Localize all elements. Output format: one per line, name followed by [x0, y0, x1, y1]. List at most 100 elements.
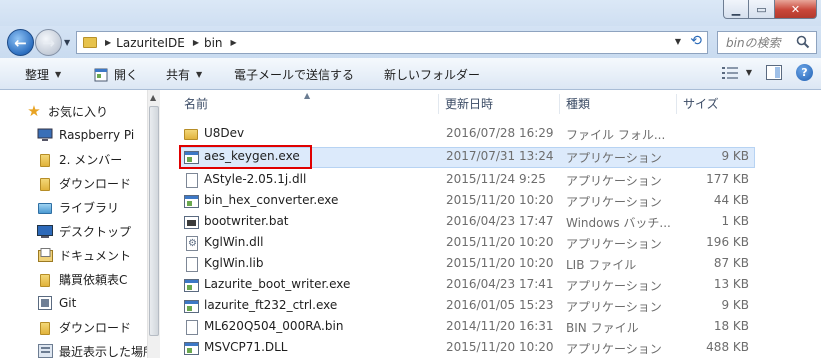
file-list: ▲ 名前 更新日時 種類 サイズ U8Dev 2016/07/28 16:29 …: [161, 90, 821, 358]
breadcrumb-lazuriteide[interactable]: LazuriteIDE: [116, 36, 185, 50]
address-bar[interactable]: ▶ LazuriteIDE ▶ bin ▶ ▼ ⟲: [76, 31, 708, 54]
recent-places-icon: [37, 343, 53, 358]
nav-item-libraries[interactable]: ライブラリ: [37, 196, 119, 218]
scrollbar-thumb[interactable]: [149, 106, 159, 336]
nav-item-label: Git: [59, 296, 77, 310]
file-type: LIB ファイル: [566, 258, 637, 272]
share-label: 共有: [166, 68, 191, 82]
column-header-label: 名前: [184, 96, 209, 111]
chevron-down-icon: ▼: [196, 70, 203, 79]
column-header-type[interactable]: 種類: [566, 90, 590, 116]
refresh-icon[interactable]: ⟲: [690, 33, 702, 49]
star-icon: ★: [27, 102, 41, 120]
file-date: 2015/11/20 10:20: [446, 193, 554, 207]
table-row[interactable]: KglWin.lib 2015/11/20 10:20 LIB ファイル 87 …: [179, 254, 755, 275]
file-name: lazurite_ft232_ctrl.exe: [204, 298, 338, 312]
table-row[interactable]: bootwriter.bat 2016/04/23 17:47 Windows …: [179, 212, 755, 233]
breadcrumb-arrow-icon[interactable]: ▶: [231, 38, 237, 47]
batch-file-icon: [184, 215, 199, 230]
git-icon: [37, 295, 53, 311]
file-name: bin_hex_converter.exe: [204, 193, 339, 207]
nav-item-desktop[interactable]: デスクトップ: [37, 220, 131, 242]
nav-item-git[interactable]: Git: [37, 292, 76, 314]
breadcrumb-bin[interactable]: bin: [204, 36, 223, 50]
nav-item-members[interactable]: 2. メンバー: [37, 148, 122, 170]
folder-icon: [37, 151, 53, 167]
scroll-up-icon[interactable]: ▲: [150, 93, 156, 102]
column-divider[interactable]: [438, 94, 439, 114]
close-button[interactable]: ✕: [775, 0, 817, 19]
file-date: 2016/04/23 17:41: [446, 277, 554, 291]
nav-item-downloads[interactable]: ダウンロード: [37, 172, 131, 194]
help-icon[interactable]: ?: [796, 64, 813, 81]
documents-icon: [37, 247, 53, 263]
nav-item-label: ダウンロード: [59, 320, 132, 335]
table-row[interactable]: MSVCP71.DLL 2015/11/20 10:20 アプリケーション 48…: [179, 338, 755, 358]
nav-item-label: Raspberry Pi: [59, 128, 135, 142]
new-folder-button[interactable]: 新しいフォルダー: [384, 66, 480, 83]
file-name: AStyle-2.05.1j.dll: [204, 172, 307, 186]
column-header-size[interactable]: サイズ: [683, 90, 719, 116]
minimize-button[interactable]: ▁: [723, 0, 749, 19]
table-row[interactable]: bin_hex_converter.exe 2015/11/20 10:20 ア…: [179, 191, 755, 212]
forward-arrow-icon: →: [42, 33, 55, 52]
nav-item-recent-places[interactable]: 最近表示した場所: [37, 340, 155, 358]
highlight-annotation: [179, 145, 312, 169]
file-type: ファイル フォル...: [566, 128, 666, 142]
nav-item-label: ダウンロード: [59, 176, 132, 191]
table-row[interactable]: U8Dev 2016/07/28 16:29 ファイル フォル...: [179, 124, 755, 145]
share-button[interactable]: 共有 ▼: [166, 66, 202, 83]
download-folder-icon: [37, 175, 53, 191]
nav-item-raspberry-pi[interactable]: Raspberry Pi: [37, 124, 134, 146]
library-icon: [37, 199, 53, 215]
nav-item-documents[interactable]: ドキュメント: [37, 244, 131, 266]
new-folder-label: 新しいフォルダー: [384, 68, 481, 82]
address-history-dropdown[interactable]: ▼: [675, 37, 681, 46]
nav-scrollbar[interactable]: ▲: [147, 90, 160, 358]
file-date: 2014/11/20 16:31: [446, 319, 554, 333]
nav-item-downloads-2[interactable]: ダウンロード: [37, 316, 131, 338]
table-row[interactable]: Lazurite_boot_writer.exe 2016/04/23 17:4…: [179, 275, 755, 296]
chevron-down-icon: ▼: [745, 68, 752, 77]
email-label: 電子メールで送信する: [234, 68, 355, 82]
open-button[interactable]: 開く: [94, 66, 138, 83]
file-type: アプリケーション: [566, 300, 662, 314]
column-header-name[interactable]: 名前: [184, 90, 208, 116]
file-date: 2015/11/20 10:20: [446, 235, 554, 249]
table-row[interactable]: ML620Q504_000RA.bin 2014/11/20 16:31 BIN…: [179, 317, 755, 338]
change-view-button[interactable]: ▼: [721, 66, 752, 79]
column-divider[interactable]: [559, 94, 560, 114]
search-input[interactable]: binの検索: [717, 31, 817, 54]
nav-item-purchase-request[interactable]: 購買依頼表C: [37, 268, 127, 290]
nav-item-favorites[interactable]: ★ お気に入り: [26, 100, 108, 122]
doc-icon: [184, 173, 199, 188]
back-button[interactable]: ←: [7, 29, 34, 56]
forward-button[interactable]: →: [35, 29, 62, 56]
preview-pane-icon[interactable]: [766, 65, 782, 80]
column-header-date[interactable]: 更新日時: [445, 90, 493, 116]
table-row[interactable]: lazurite_ft232_ctrl.exe 2016/01/05 15:23…: [179, 296, 755, 317]
table-row[interactable]: KglWin.dll 2015/11/20 10:20 アプリケーション 196…: [179, 233, 755, 254]
maximize-icon: ▭: [756, 2, 767, 16]
nav-item-label: デスクトップ: [59, 224, 132, 239]
search-icon[interactable]: [796, 35, 810, 49]
nav-item-label: お気に入り: [48, 104, 109, 119]
breadcrumb-arrow-icon[interactable]: ▶: [193, 38, 199, 47]
details-view-icon: [721, 66, 738, 79]
breadcrumb-arrow-icon[interactable]: ▶: [105, 38, 111, 47]
recent-pages-dropdown[interactable]: ▼: [64, 38, 70, 47]
organize-button[interactable]: 整理 ▼: [25, 66, 61, 83]
close-icon: ✕: [790, 2, 801, 16]
exe-icon: [184, 278, 199, 293]
search-placeholder: binの検索: [726, 36, 781, 50]
column-divider[interactable]: [676, 94, 677, 114]
file-type: アプリケーション: [566, 195, 662, 209]
file-type: アプリケーション: [566, 342, 662, 356]
file-name: U8Dev: [204, 126, 245, 140]
maximize-button[interactable]: ▭: [749, 0, 775, 19]
table-row[interactable]: AStyle-2.05.1j.dll 2015/11/24 9:25 アプリケー…: [179, 170, 755, 191]
email-button[interactable]: 電子メールで送信する: [234, 66, 354, 83]
doc-icon: [184, 257, 199, 272]
file-type: アプリケーション: [566, 279, 662, 293]
file-name: ML620Q504_000RA.bin: [204, 319, 344, 333]
